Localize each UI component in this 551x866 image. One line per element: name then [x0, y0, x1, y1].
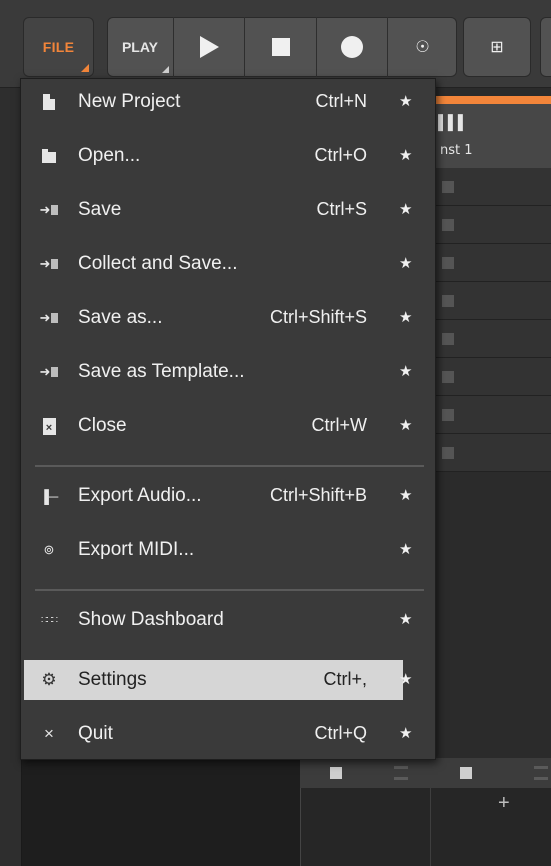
pin-icon[interactable]: ★	[399, 254, 412, 272]
save-template-icon: ➜	[37, 363, 61, 381]
menu-item-save[interactable]: ➜ Save Ctrl+S ★	[21, 190, 435, 244]
menu-item-show-dashboard[interactable]: ∷∷∷ Show Dashboard ★	[21, 600, 435, 654]
save-as-icon: ➜	[37, 309, 61, 327]
gear-icon: ⚙	[41, 670, 57, 689]
pin-icon[interactable]: ★	[399, 610, 412, 628]
track-name: nst 1	[440, 143, 473, 158]
collect-save-icon: ➜	[37, 255, 61, 273]
toolbar-button-partial[interactable]	[540, 17, 551, 77]
pin-icon[interactable]: ★	[399, 724, 412, 742]
pin-icon[interactable]: ★	[399, 540, 412, 558]
pin-icon[interactable]: ★	[399, 146, 412, 164]
clip-stop-icon	[442, 371, 454, 383]
menu-item-collect-and-save[interactable]: ➜ Collect and Save... ★	[21, 244, 435, 298]
left-panel-strip	[0, 88, 22, 866]
menu-item-export-audio[interactable]: ▐─ Export Audio... Ctrl+Shift+B ★	[21, 476, 435, 530]
clip-stop-icon	[442, 181, 454, 193]
record-button[interactable]	[317, 17, 387, 77]
file-dropdown-menu: New Project Ctrl+N ★ Open... Ctrl+O ★ ➜ …	[20, 78, 436, 760]
stop-icon[interactable]	[330, 767, 342, 779]
pin-icon[interactable]: ★	[399, 92, 412, 110]
stop-button[interactable]	[245, 17, 316, 77]
menu-item-export-midi[interactable]: ⊚ Export MIDI... ★	[21, 530, 435, 584]
close-document-icon: ×	[37, 417, 61, 435]
play-menu-button[interactable]: PLAY	[107, 17, 173, 77]
menu-item-settings[interactable]: ⚙ Settings Ctrl+, ★	[21, 660, 435, 714]
play-button[interactable]	[174, 17, 244, 77]
pin-icon[interactable]: ★	[399, 416, 412, 434]
stop-icon	[271, 38, 290, 56]
menu-item-open[interactable]: Open... Ctrl+O ★	[21, 136, 435, 190]
menu-separator	[35, 465, 424, 467]
list-icon[interactable]	[394, 766, 408, 780]
file-menu-button[interactable]: FILE	[23, 17, 94, 77]
new-document-icon	[37, 93, 61, 111]
dashboard-icon: ∷∷∷	[40, 614, 58, 626]
pin-icon[interactable]: ★	[399, 486, 412, 504]
bottom-panel	[300, 788, 551, 866]
pin-icon[interactable]: ★	[399, 308, 412, 326]
pin-icon[interactable]: ★	[399, 362, 412, 380]
menu-separator	[35, 589, 424, 591]
clip-stop-icon	[442, 447, 454, 459]
menu-item-close[interactable]: × Close Ctrl+W ★	[21, 406, 435, 460]
midi-icon: ⊚	[43, 542, 55, 557]
automation-write-icon: ☉	[415, 39, 430, 56]
waveform-icon: ▐─	[39, 488, 59, 504]
menu-item-save-as[interactable]: ➜ Save as... Ctrl+Shift+S ★	[21, 298, 435, 352]
menu-item-save-as-template[interactable]: ➜ Save as Template... ★	[21, 352, 435, 406]
clip-stop-icon	[442, 219, 454, 231]
add-scene-icon[interactable]: +	[498, 792, 510, 815]
instrument-track-icon: ▌▌▌	[438, 114, 468, 130]
clip-stop-icon	[442, 295, 454, 307]
overdub-icon: ⊞	[490, 39, 504, 56]
folder-icon	[37, 147, 61, 165]
clip-stop-icon	[442, 409, 454, 421]
pin-icon[interactable]: ★	[399, 670, 412, 688]
menu-item-new-project[interactable]: New Project Ctrl+N ★	[21, 82, 435, 136]
clip-stop-icon	[442, 257, 454, 269]
stop-icon[interactable]	[460, 767, 472, 779]
list-icon[interactable]	[534, 766, 548, 780]
automation-button[interactable]: ☉	[388, 17, 457, 77]
play-icon	[199, 36, 219, 58]
x-icon: ×	[44, 724, 54, 743]
save-arrow-icon: ➜	[37, 201, 61, 219]
record-icon	[341, 36, 363, 58]
menu-item-quit[interactable]: × Quit Ctrl+Q ★	[21, 714, 435, 768]
clip-stop-icon	[442, 333, 454, 345]
pin-icon[interactable]: ★	[399, 200, 412, 218]
overdub-button[interactable]: ⊞	[463, 17, 531, 77]
